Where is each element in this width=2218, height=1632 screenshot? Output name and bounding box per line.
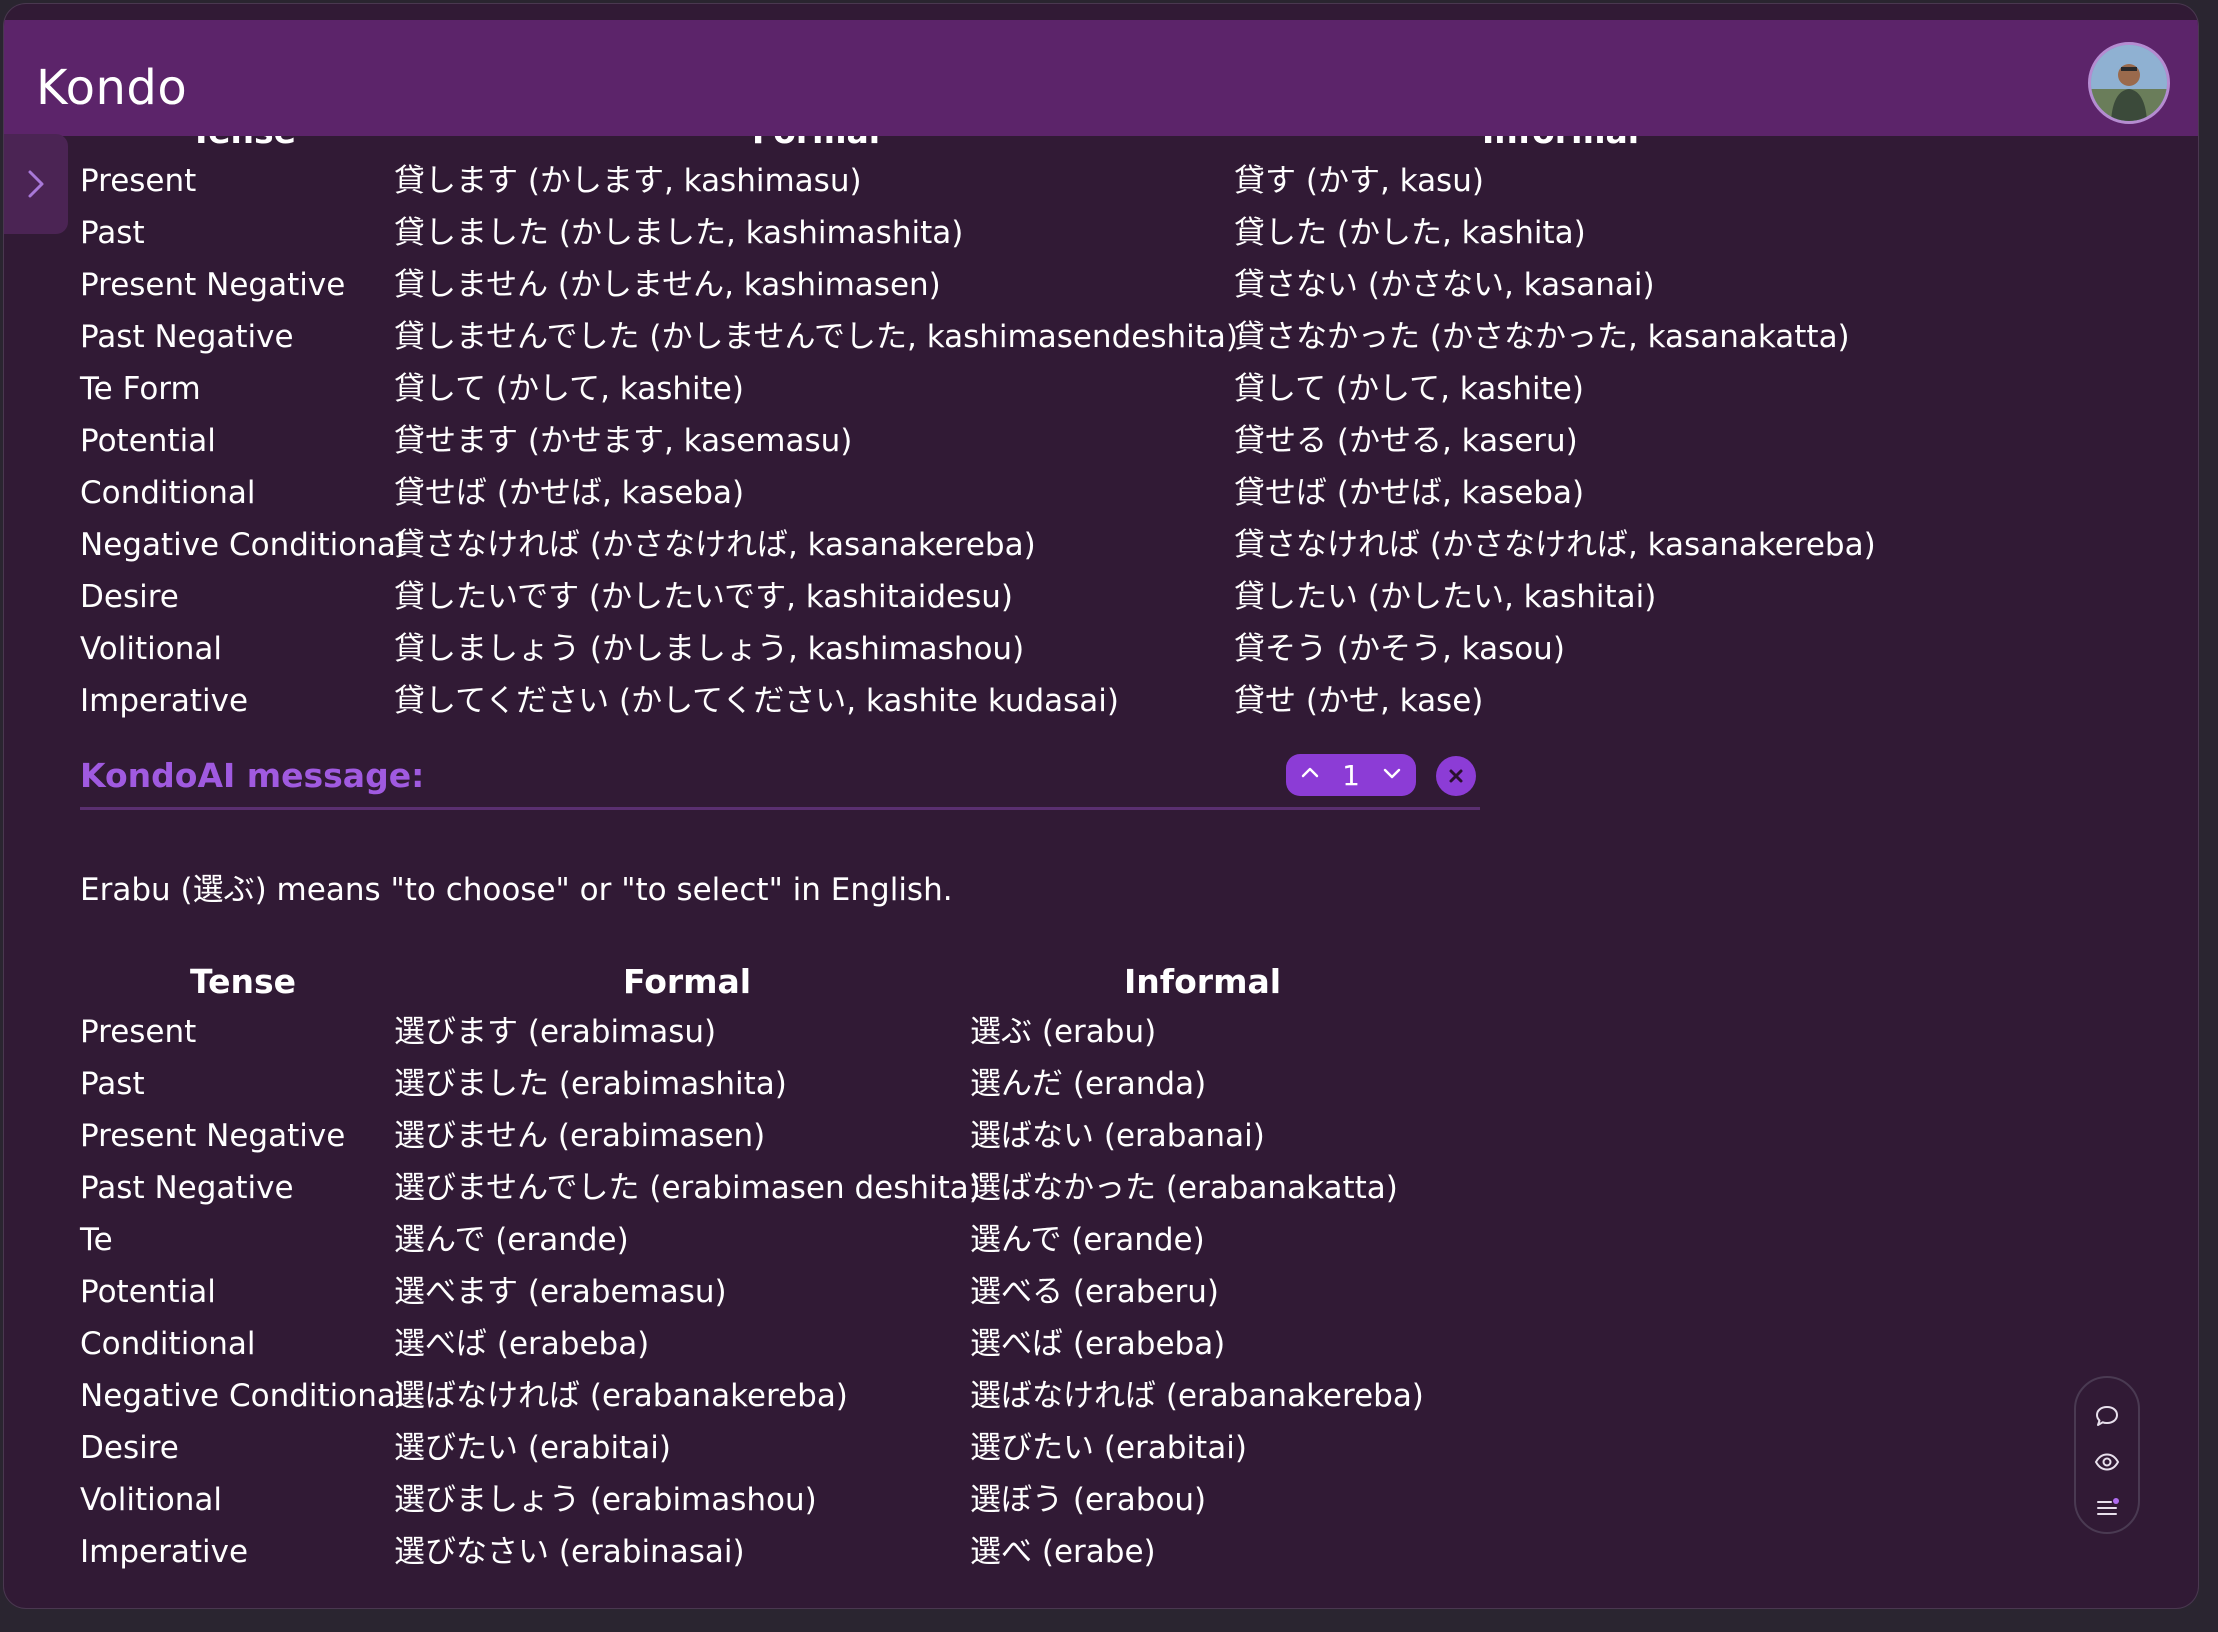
table-cell-informal: 選ぼう (erabou)	[970, 1482, 1207, 1518]
table-cell-tense: Imperative	[80, 1534, 249, 1570]
table-cell-tense: Negative Conditional	[80, 527, 405, 563]
table-cell-formal: 貸して (かして, kashite)	[394, 371, 744, 407]
table-cell-informal: 貸せば (かせば, kaseba)	[1234, 475, 1585, 511]
table-cell-tense: Negative Conditional	[80, 1378, 405, 1414]
table-cell-tense: Te Form	[80, 371, 201, 407]
table-cell-tense: Volitional	[80, 631, 222, 667]
table-cell-tense: Imperative	[80, 683, 249, 719]
message-counter: 1	[1342, 758, 1360, 792]
table-cell-formal: 選べます (erabemasu)	[394, 1274, 727, 1310]
table-cell-informal: 貸した (かした, kashita)	[1234, 215, 1586, 251]
table-cell-informal: 選べる (eraberu)	[970, 1274, 1219, 1310]
table-cell-informal: 選んで (erande)	[970, 1222, 1205, 1258]
app-title: Kondo	[36, 60, 188, 116]
table-cell-formal: 貸します (かします, kashimasu)	[394, 163, 862, 199]
menu-button[interactable]	[2089, 1490, 2125, 1526]
table-cell-informal: 貸せる (かせる, kaseru)	[1234, 423, 1578, 459]
table-cell-informal: 選んだ (eranda)	[970, 1066, 1207, 1102]
table-cell-tense: Desire	[80, 579, 179, 615]
table-header-informal: Informal	[1124, 962, 1282, 1001]
user-avatar[interactable]	[2088, 42, 2170, 124]
table-cell-tense: Conditional	[80, 475, 256, 511]
table-header-tense: Tense	[190, 962, 297, 1001]
table-cell-formal: 貸してください (かしてください, kashite kudasai)	[394, 683, 1120, 719]
chevron-down-icon[interactable]	[1380, 759, 1404, 792]
table-cell-formal: 選びませんでした (erabimasen deshita)	[394, 1170, 981, 1206]
table-cell-tense: Present	[80, 1014, 197, 1050]
table-cell-informal: 貸して (かして, kashite)	[1234, 371, 1584, 407]
table-cell-formal: 選ばなければ (erabanakereba)	[394, 1378, 848, 1414]
sidebar-toggle-button[interactable]	[4, 134, 68, 234]
table-cell-formal: 貸しませんでした (かしませんでした, kashimasendeshita)	[394, 319, 1238, 355]
table-cell-informal: 選びたい (erabitai)	[970, 1430, 1247, 1466]
chat-button[interactable]	[2089, 1398, 2125, 1434]
app-window: Tense Formal Informal Present 貸します (かします,…	[4, 4, 2198, 1608]
table-cell-formal: 貸しましょう (かしましょう, kashimashou)	[394, 631, 1025, 667]
table-cell-informal: 貸そう (かそう, kasou)	[1234, 631, 1565, 667]
table-cell-formal: 選びなさい (erabinasai)	[394, 1534, 745, 1570]
table-cell-formal: 貸せます (かせます, kasemasu)	[394, 423, 853, 459]
table-cell-informal: 選ばなければ (erabanakereba)	[970, 1378, 1424, 1414]
close-message-button[interactable]	[1436, 756, 1476, 796]
table-cell-formal: 選びました (erabimashita)	[394, 1066, 787, 1102]
table-cell-informal: 貸さなければ (かさなければ, kasanakereba)	[1234, 527, 1876, 563]
table-cell-formal: 選べば (erabeba)	[394, 1326, 650, 1362]
table-cell-tense: Past	[80, 215, 145, 251]
table-cell-tense: Potential	[80, 423, 216, 459]
table-cell-formal: 選んで (erande)	[394, 1222, 629, 1258]
table-cell-informal: 貸さなかった (かさなかった, kasanakatta)	[1234, 319, 1850, 355]
table-cell-tense: Potential	[80, 1274, 216, 1310]
table-cell-formal: 貸せば (かせば, kaseba)	[394, 475, 745, 511]
table-cell-formal: 選びます (erabimasu)	[394, 1014, 717, 1050]
chevron-up-icon[interactable]	[1298, 759, 1322, 792]
message-intro-text: Erabu (選ぶ) means "to choose" or "to sele…	[80, 872, 953, 908]
divider	[80, 807, 1480, 810]
kondoai-message-label: KondoAI message:	[80, 756, 425, 795]
table-cell-tense: Present	[80, 163, 197, 199]
table-cell-formal: 選びましょう (erabimashou)	[394, 1482, 817, 1518]
table-cell-tense: Te	[80, 1222, 113, 1258]
table-cell-informal: 貸せ (かせ, kase)	[1234, 683, 1484, 719]
eye-icon	[2094, 1453, 2120, 1471]
table-header-formal: Formal	[623, 962, 752, 1001]
view-button[interactable]	[2089, 1444, 2125, 1480]
table-cell-informal: 貸したい (かしたい, kashitai)	[1234, 579, 1657, 615]
floating-toolbar	[2074, 1376, 2140, 1534]
table-cell-informal: 選べ (erabe)	[970, 1534, 1156, 1570]
table-cell-tense: Past Negative	[80, 1170, 294, 1206]
table-cell-informal: 選ばない (erabanai)	[970, 1118, 1265, 1154]
chevron-right-icon	[28, 170, 44, 198]
table-cell-tense: Present Negative	[80, 267, 346, 303]
table-cell-formal: 貸したいです (かしたいです, kashitaidesu)	[394, 579, 1014, 615]
message-navigator: 1	[1286, 754, 1416, 796]
app-header: Kondo	[4, 20, 2198, 136]
table-cell-formal: 貸しました (かしました, kashimashita)	[394, 215, 964, 251]
table-cell-formal: 貸さなければ (かさなければ, kasanakereba)	[394, 527, 1036, 563]
menu-icon	[2097, 1498, 2119, 1515]
table-cell-tense: Past Negative	[80, 319, 294, 355]
table-cell-formal: 選びたい (erabitai)	[394, 1430, 671, 1466]
table-cell-tense: Desire	[80, 1430, 179, 1466]
table-cell-informal: 選ばなかった (erabanakatta)	[970, 1170, 1398, 1206]
table-cell-tense: Volitional	[80, 1482, 222, 1518]
close-icon	[1449, 769, 1463, 783]
table-cell-formal: 貸しません (かしません, kashimasen)	[394, 267, 941, 303]
chat-bubble-icon	[2096, 1406, 2118, 1426]
table-cell-formal: 選びません (erabimasen)	[394, 1118, 766, 1154]
table-cell-informal: 選ぶ (erabu)	[970, 1014, 1157, 1050]
table-cell-informal: 選べば (erabeba)	[970, 1326, 1226, 1362]
table-cell-tense: Present Negative	[80, 1118, 346, 1154]
table-cell-informal: 貸さない (かさない, kasanai)	[1234, 267, 1655, 303]
conversation-content: Tense Formal Informal Present 貸します (かします,…	[4, 4, 2198, 1608]
table-cell-informal: 貸す (かす, kasu)	[1234, 163, 1484, 199]
table-cell-tense: Past	[80, 1066, 145, 1102]
table-cell-tense: Conditional	[80, 1326, 256, 1362]
